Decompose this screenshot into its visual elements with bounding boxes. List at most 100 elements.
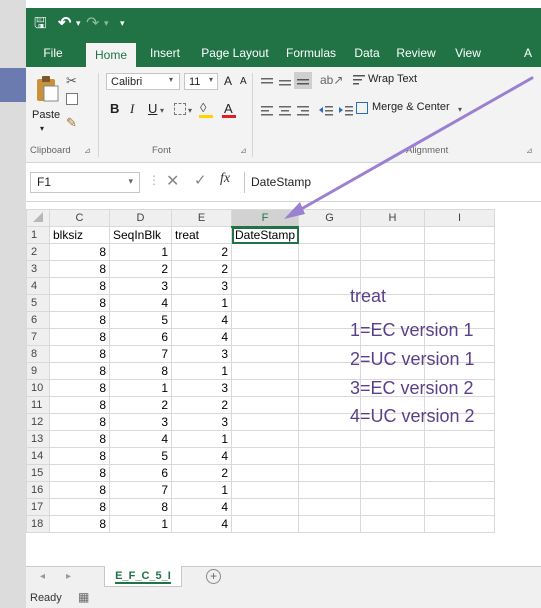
- clipboard-launcher-icon[interactable]: ⊿: [84, 146, 91, 155]
- undo-dropdown-icon[interactable]: ▾: [76, 8, 81, 39]
- row-header[interactable]: 3: [26, 260, 50, 278]
- cell-e[interactable]: 3: [171, 345, 232, 363]
- tab-formulas[interactable]: Formulas: [282, 39, 340, 67]
- cell-e[interactable]: treat: [171, 226, 232, 244]
- cell-e[interactable]: 1: [171, 362, 232, 380]
- cell-c[interactable]: 8: [49, 294, 110, 312]
- align-top-icon[interactable]: [260, 75, 274, 93]
- cell-f[interactable]: [230, 328, 300, 346]
- align-right-icon[interactable]: [296, 103, 310, 121]
- cell-f[interactable]: [230, 294, 300, 312]
- cell-f[interactable]: [230, 464, 300, 482]
- cell-d[interactable]: 8: [109, 498, 172, 516]
- align-middle-icon[interactable]: [278, 75, 292, 93]
- cell-d[interactable]: 2: [109, 396, 172, 414]
- fill-color-icon[interactable]: ◊: [200, 100, 206, 115]
- cell-f[interactable]: [230, 481, 300, 499]
- cell-i[interactable]: [424, 430, 496, 448]
- cell-e[interactable]: 1: [171, 294, 232, 312]
- cell-d[interactable]: 7: [109, 345, 172, 363]
- cell-d[interactable]: 5: [109, 447, 172, 465]
- cell-h[interactable]: [360, 481, 426, 499]
- row-header[interactable]: 14: [26, 447, 50, 465]
- cell-f[interactable]: [230, 379, 300, 397]
- alignment-launcher-icon[interactable]: ⊿: [526, 146, 533, 155]
- save-icon[interactable]: 🖫: [34, 8, 47, 39]
- cell-i[interactable]: [424, 277, 496, 295]
- redo-dropdown-icon[interactable]: ▾: [104, 8, 109, 39]
- align-center-icon[interactable]: [278, 103, 292, 121]
- scroll-sheets-left-icon[interactable]: ◂: [40, 571, 45, 582]
- italic-button[interactable]: I: [130, 101, 134, 117]
- cell-e[interactable]: 4: [171, 447, 232, 465]
- cell-h[interactable]: [360, 464, 426, 482]
- row-header[interactable]: 17: [26, 498, 50, 516]
- grow-font-button[interactable]: A: [224, 74, 232, 88]
- cell-i[interactable]: [424, 226, 496, 244]
- paste-label[interactable]: Paste: [32, 109, 60, 121]
- row-header[interactable]: 4: [26, 277, 50, 295]
- cell-f[interactable]: [230, 260, 300, 278]
- formula-input[interactable]: DateStamp: [244, 172, 541, 193]
- cell-c[interactable]: blksiz: [49, 226, 110, 244]
- row-header[interactable]: 16: [26, 481, 50, 499]
- cut-icon[interactable]: ✂: [66, 73, 77, 89]
- confirm-entry-icon[interactable]: ✓: [194, 171, 207, 189]
- cell-g[interactable]: [298, 498, 362, 516]
- row-header[interactable]: 5: [26, 294, 50, 312]
- name-box[interactable]: F1 ▾: [30, 172, 140, 193]
- cell-c[interactable]: 8: [49, 379, 110, 397]
- cell-f[interactable]: [230, 515, 300, 533]
- wrap-text-button[interactable]: Wrap Text: [368, 73, 417, 85]
- align-left-icon[interactable]: [260, 103, 274, 121]
- cell-g[interactable]: [298, 260, 362, 278]
- cell-c[interactable]: 8: [49, 260, 110, 278]
- cell-e[interactable]: 4: [171, 498, 232, 516]
- cell-f[interactable]: [230, 277, 300, 295]
- cell-f[interactable]: [230, 362, 300, 380]
- cell-d[interactable]: 4: [109, 294, 172, 312]
- cell-d[interactable]: 1: [109, 379, 172, 397]
- cell-i[interactable]: [424, 243, 496, 261]
- increase-indent-icon[interactable]: [338, 103, 354, 121]
- cell-f[interactable]: [230, 311, 300, 329]
- cell-d[interactable]: 6: [109, 464, 172, 482]
- tab-page-layout[interactable]: Page Layout: [196, 39, 274, 67]
- cell-c[interactable]: 8: [49, 311, 110, 329]
- cell-d[interactable]: 4: [109, 430, 172, 448]
- cell-f[interactable]: [230, 498, 300, 516]
- merge-center-button[interactable]: Merge & Center: [372, 101, 450, 113]
- cell-d[interactable]: 7: [109, 481, 172, 499]
- cell-h[interactable]: [360, 447, 426, 465]
- row-header[interactable]: 11: [26, 396, 50, 414]
- borders-icon[interactable]: [174, 103, 186, 115]
- row-header[interactable]: 18: [26, 515, 50, 533]
- cell-e[interactable]: 4: [171, 311, 232, 329]
- cell-i[interactable]: [424, 515, 496, 533]
- paste-dropdown-icon[interactable]: ▾: [40, 124, 44, 133]
- name-box-chevron-icon[interactable]: ▾: [128, 176, 133, 187]
- cell-e[interactable]: 4: [171, 515, 232, 533]
- cell-h[interactable]: [360, 260, 426, 278]
- cell-c[interactable]: 8: [49, 243, 110, 261]
- cell-g[interactable]: [298, 464, 362, 482]
- column-header-d[interactable]: D: [109, 209, 172, 227]
- tab-file[interactable]: File: [36, 39, 70, 67]
- cell-f[interactable]: [230, 447, 300, 465]
- cell-c[interactable]: 8: [49, 430, 110, 448]
- cell-i[interactable]: [424, 464, 496, 482]
- row-header[interactable]: 6: [26, 311, 50, 329]
- cell-g[interactable]: [298, 447, 362, 465]
- cell-e[interactable]: 2: [171, 464, 232, 482]
- cell-e[interactable]: 3: [171, 413, 232, 431]
- cell-e[interactable]: 3: [171, 277, 232, 295]
- font-color-button[interactable]: A: [224, 101, 233, 116]
- cell-c[interactable]: 8: [49, 515, 110, 533]
- cell-h[interactable]: [360, 226, 426, 244]
- font-launcher-icon[interactable]: ⊿: [240, 146, 247, 155]
- column-header-e[interactable]: E: [171, 209, 232, 227]
- cell-d[interactable]: 1: [109, 243, 172, 261]
- tab-home[interactable]: Home: [86, 43, 136, 67]
- row-header[interactable]: 12: [26, 413, 50, 431]
- column-header-c[interactable]: C: [49, 209, 110, 227]
